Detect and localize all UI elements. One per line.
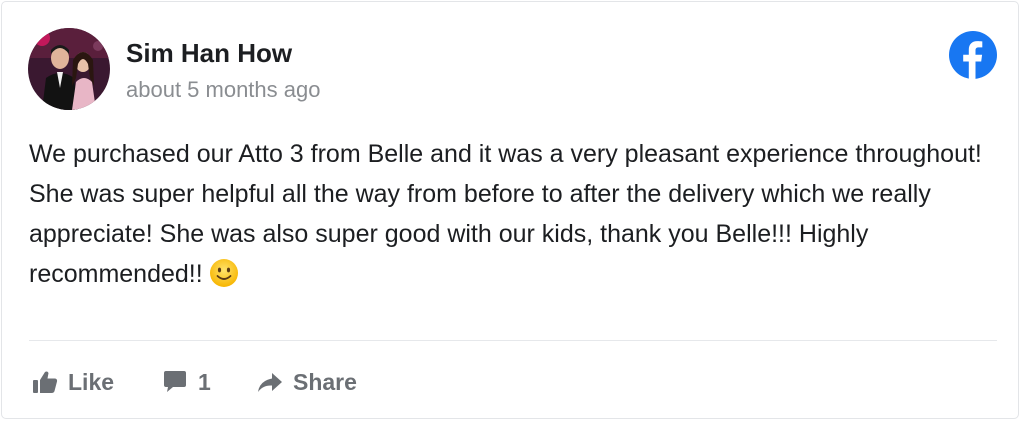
review-body: We purchased our Atto 3 from Belle and i…: [29, 140, 982, 288]
author-name[interactable]: Sim Han How: [126, 38, 292, 68]
share-label: Share: [293, 368, 357, 395]
thumbs-up-icon: [32, 370, 58, 394]
review-card: Sim Han How about 5 months ago We purcha…: [1, 1, 1019, 419]
post-timestamp[interactable]: about 5 months ago: [126, 76, 320, 104]
comment-count: 1: [198, 368, 211, 395]
avatar[interactable]: [28, 28, 110, 110]
action-bar: Like 1 Share: [32, 364, 357, 400]
like-label: Like: [68, 368, 115, 395]
review-text: We purchased our Atto 3 from Belle and i…: [29, 134, 997, 294]
avatar-photo: [28, 28, 110, 110]
comment-icon: [162, 370, 188, 394]
facebook-icon[interactable]: [948, 30, 998, 80]
like-button[interactable]: Like: [32, 369, 162, 396]
comment-button[interactable]: 1: [162, 369, 257, 396]
slightly-smiling-face-icon: [209, 258, 239, 288]
actions-divider: [29, 340, 997, 341]
share-button[interactable]: Share: [257, 369, 357, 396]
share-arrow-icon: [257, 370, 283, 394]
